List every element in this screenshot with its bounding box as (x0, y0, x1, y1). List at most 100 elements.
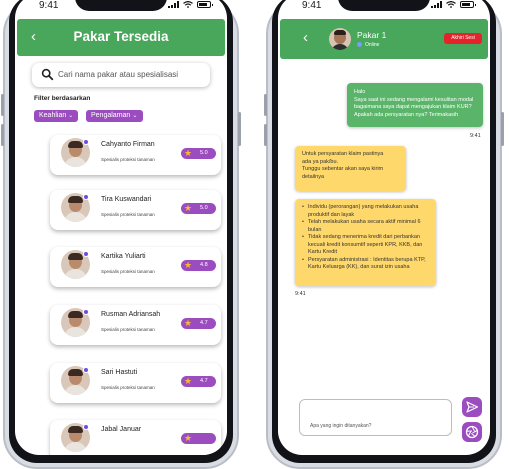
online-indicator (83, 251, 89, 257)
message-line: Apakah ada persyaratan nya? Terimakasih (354, 111, 459, 118)
search-icon (41, 68, 54, 81)
star-icon: ★ (184, 433, 193, 443)
list-item: Tidak sedang menerima kredit dari perban… (302, 234, 430, 257)
volume-button (1, 124, 4, 146)
star-icon: ★ (184, 376, 193, 386)
phone-bezel: 9:41 ‹ Pakar 1 Online Akhiri Sesi Halo S… (272, 0, 496, 463)
power-button (501, 112, 504, 146)
expert-name: Rusman Adriansah (101, 311, 161, 318)
filter-chip-label: Pengalaman (91, 112, 131, 119)
chat-header: ‹ Pakar 1 Online Akhiri Sesi (280, 19, 488, 59)
camera-shutter-icon (465, 425, 479, 439)
signal-icon (168, 1, 179, 8)
user-message-bubble: Halo Saya saat ini sedang mengalami kesu… (347, 83, 483, 127)
status-time: 9:41 (302, 0, 322, 11)
search-input[interactable]: Cari nama pakar atau spesialisasi (32, 63, 210, 87)
battery-icon (460, 1, 476, 8)
list-item: Individu (perorangan) yang melakukan usa… (302, 204, 430, 219)
camera-button[interactable] (462, 422, 482, 442)
expert-name: Jabal Januar (101, 426, 142, 433)
status-time: 9:41 (39, 0, 59, 11)
expert-name: Cahyanto Firman (101, 141, 155, 148)
app-header: ‹ Pakar Tersedia (17, 19, 225, 56)
phone-frame-left: 9:41 ‹ Pakar Tersedia Cari nama pakar at… (1, 0, 241, 469)
expert-name: Tira Kuswandari (101, 196, 152, 203)
expert-specialty: Spesialis proteksi tanaman (101, 269, 155, 274)
back-arrow-icon[interactable]: ‹ (303, 30, 308, 46)
rating-value: 5.0 (200, 150, 208, 156)
expert-card[interactable]: Kartika Yuliarti Spesialis proteksi tana… (50, 247, 221, 287)
message-timestamp: 9:41 (470, 133, 481, 139)
status-icons (168, 1, 213, 8)
message-line: Tunggu sebentar akan saya kirim (302, 166, 384, 172)
star-icon: ★ (184, 318, 193, 328)
camera-notch (338, 0, 430, 11)
send-button[interactable] (462, 397, 482, 417)
mockup-stage: 9:41 ‹ Pakar Tersedia Cari nama pakar at… (0, 0, 509, 469)
expert-avatar (329, 28, 351, 50)
expert-specialty: Spesialis proteksi tanaman (101, 212, 155, 217)
wifi-icon (183, 1, 193, 8)
filter-chip-label: Keahlian (39, 112, 67, 119)
page-title: Pakar Tersedia (73, 29, 169, 44)
rating-badge: ★ 4.8 (181, 260, 216, 271)
expert-card[interactable]: Sari Hastuti Spesialis proteksi tanaman … (50, 363, 221, 403)
chat-screen: 9:41 ‹ Pakar 1 Online Akhiri Sesi Halo S… (278, 0, 490, 455)
online-status-label: Online (365, 42, 380, 48)
volume-button (264, 124, 267, 146)
rating-value: 4.7 (200, 378, 208, 384)
online-indicator (83, 194, 89, 200)
expert-card[interactable]: Rusman Adriansah Spesialis proteksi tana… (50, 305, 221, 345)
message-input-placeholder: Apa yang ingin ditanyakan? (310, 423, 372, 429)
message-timestamp: 9:41 (295, 291, 306, 297)
rating-badge: ★ 4.7 (181, 376, 216, 387)
rating-badge: ★ 5.0 (181, 203, 216, 214)
volume-button (264, 94, 267, 116)
wifi-icon (446, 1, 456, 8)
expert-specialty: Spesialis proteksi tanaman (101, 327, 155, 332)
expert-list-screen: 9:41 ‹ Pakar Tersedia Cari nama pakar at… (15, 0, 227, 455)
filter-expertise-dropdown[interactable]: Keahlian ⌄ (34, 110, 78, 122)
expert-specialty: Spesialis proteksi tanaman (101, 385, 155, 390)
requirements-list: Individu (perorangan) yang melakukan usa… (302, 204, 430, 272)
list-item: Persyaratan administrasi : Identitas ber… (302, 257, 430, 272)
expert-card[interactable]: Cahyanto Firman Spesialis proteksi tanam… (50, 135, 221, 175)
message-input[interactable]: Apa yang ingin ditanyakan? (299, 399, 452, 436)
message-line: Saya saat ini sedang mengalami kesulitan… (354, 96, 474, 103)
rating-value: 5.0 (200, 205, 208, 211)
rating-badge: ★ (181, 433, 216, 444)
expert-card[interactable]: Jabal Januar ★ (50, 420, 221, 455)
signal-icon (431, 1, 442, 8)
chat-expert-name: Pakar 1 (357, 30, 387, 40)
filter-experience-dropdown[interactable]: Pengalaman ⌄ (86, 110, 143, 122)
online-indicator (83, 367, 89, 373)
search-placeholder: Cari nama pakar atau spesialisasi (58, 70, 179, 79)
rating-value: 4.7 (200, 320, 208, 326)
battery-icon (197, 1, 213, 8)
online-indicator (83, 139, 89, 145)
expert-message-bubble: Untuk persyaratan klaim pastinya ada ya … (295, 146, 406, 191)
expert-message-bubble: Individu (perorangan) yang melakukan usa… (295, 199, 436, 286)
expert-name: Sari Hastuti (101, 369, 138, 376)
end-session-button[interactable]: Akhiri Sesi (444, 33, 482, 44)
phone-frame-right: 9:41 ‹ Pakar 1 Online Akhiri Sesi Halo S… (264, 0, 504, 469)
chevron-down-icon: ⌄ (68, 113, 74, 119)
expert-specialty: Spesialis proteksi tanaman (101, 157, 155, 162)
camera-notch (75, 0, 167, 11)
star-icon: ★ (184, 148, 193, 158)
rating-badge: ★ 5.0 (181, 148, 216, 159)
list-item: Telah melakukan usaha secara aktif minim… (302, 219, 430, 234)
message-line: detailnya (302, 173, 325, 180)
rating-badge: ★ 4.7 (181, 318, 216, 329)
phone-bezel: 9:41 ‹ Pakar Tersedia Cari nama pakar at… (9, 0, 233, 463)
volume-button (1, 94, 4, 116)
rating-value: 4.8 (200, 262, 208, 268)
star-icon: ★ (184, 260, 193, 270)
star-icon: ★ (184, 203, 193, 213)
filter-label: Filter berdasarkan (34, 95, 91, 102)
message-line: Halo (354, 89, 366, 95)
message-line: bagaimana saya dapat mengajukan klaim KU… (354, 104, 472, 110)
expert-name: Kartika Yuliarti (101, 253, 146, 260)
online-status: Online (357, 42, 379, 48)
expert-card[interactable]: Tira Kuswandari Spesialis proteksi tanam… (50, 190, 221, 230)
